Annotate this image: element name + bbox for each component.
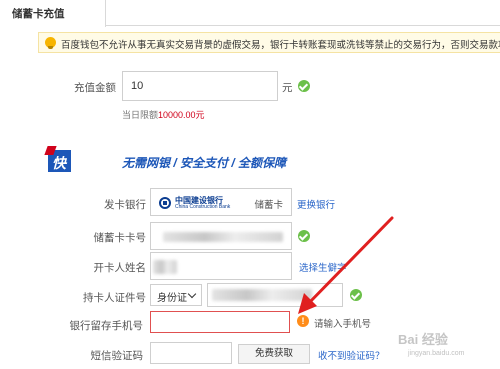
limit-prefix: 当日限额 — [122, 110, 159, 120]
holder-name-input[interactable] — [150, 252, 292, 280]
id-number-input[interactable] — [207, 283, 343, 307]
id-number-redacted — [212, 289, 312, 301]
get-code-button[interactable]: 免费获取 — [238, 344, 310, 364]
check-icon — [298, 230, 310, 242]
card-number-redacted — [163, 232, 283, 242]
amount-unit: 元 — [282, 82, 293, 94]
sms-label: 短信验证码 — [90, 350, 144, 362]
bank-logo-icon — [159, 197, 171, 209]
bank-selector[interactable]: 中国建设银行 China Construction Bank 储蓄卡 — [150, 188, 292, 216]
id-number-label: 持卡人证件号 — [83, 292, 146, 304]
quick-pay-badge: 快捷支付 — [44, 146, 71, 231]
amount-value: 10 — [131, 80, 144, 92]
phone-hint: 请输入手机号 — [314, 319, 372, 330]
rare-char-link[interactable]: 选择生僻字 — [299, 260, 347, 274]
amount-input[interactable]: 10 — [122, 71, 278, 101]
daily-limit: 当日限额10000.00元 — [122, 108, 205, 121]
watermark-url: jingyan.baidu.com — [408, 350, 465, 357]
lightbulb-icon — [45, 37, 56, 49]
card-type: 储蓄卡 — [254, 200, 283, 211]
notice-text: 百度钱包不允许从事无真实交易背景的虚假交易，银行卡转账套现或洗钱等禁止的交易行为… — [61, 40, 500, 51]
phone-label: 银行留存手机号 — [69, 320, 144, 332]
tab-bar: 储蓄卡充值 — [0, 0, 500, 27]
card-number-input[interactable] — [150, 222, 292, 250]
check-icon — [350, 289, 362, 301]
card-number-label: 储蓄卡卡号 — [93, 232, 147, 244]
brand-slogan: 无需网银 / 安全支付 / 全额保障 — [122, 156, 287, 170]
no-code-link[interactable]: 收不到验证码？ — [318, 348, 385, 362]
sms-code-input[interactable] — [150, 342, 232, 364]
holder-name-redacted — [153, 260, 177, 274]
notice-banner: 百度钱包不允许从事无真实交易背景的虚假交易，银行卡转账套现或洗钱等禁止的交易行为… — [38, 32, 500, 53]
watermark-logo: Bai 经验 — [398, 332, 448, 347]
limit-value: 10000.00元 — [158, 110, 205, 120]
id-type-select[interactable]: 身份证 — [150, 284, 202, 306]
id-type-value: 身份证 — [157, 293, 187, 304]
bank-name-english: China Construction Bank — [175, 204, 231, 210]
amount-label: 充值金额 — [74, 82, 116, 94]
brand-accent-shape — [44, 146, 57, 155]
bank-label: 发卡银行 — [104, 199, 146, 211]
chevron-down-icon — [187, 289, 197, 299]
tab-debit-recharge[interactable]: 储蓄卡充值 — [0, 0, 106, 27]
phone-input[interactable] — [150, 311, 290, 333]
quick-pay-text: 快捷支付 — [52, 155, 67, 231]
change-bank-link[interactable]: 更换银行 — [297, 197, 335, 211]
warning-icon: ! — [297, 315, 309, 327]
check-icon — [298, 80, 310, 92]
holder-name-label: 开卡人姓名 — [93, 262, 147, 274]
